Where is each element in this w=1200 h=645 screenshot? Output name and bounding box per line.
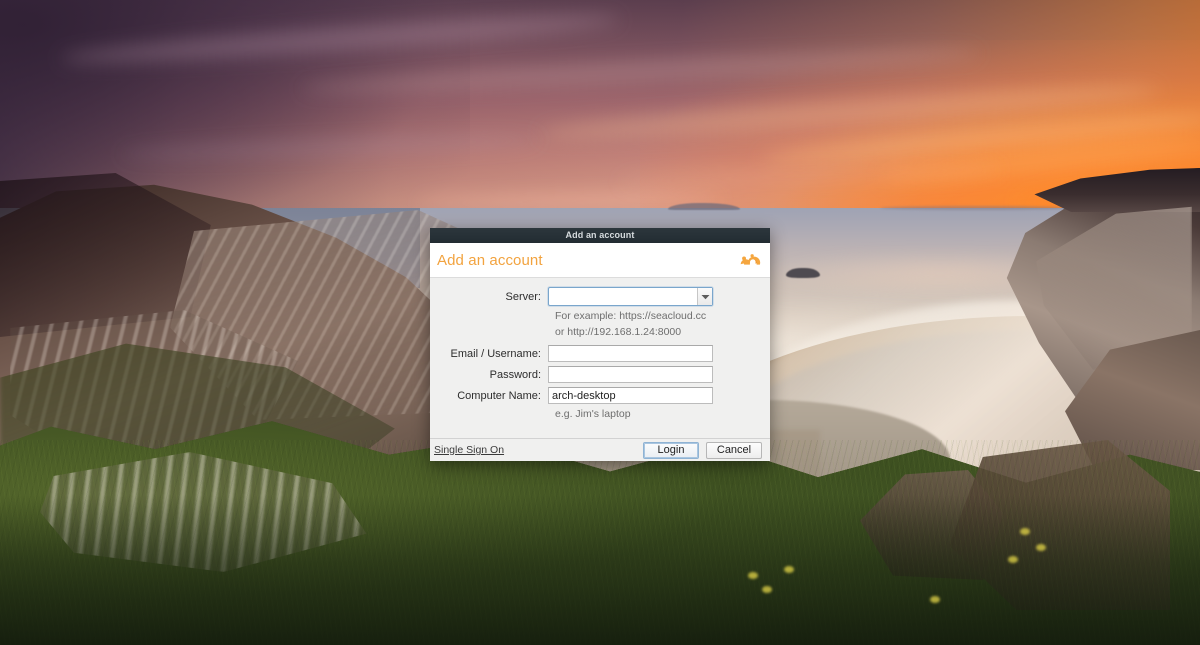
computer-name-hint: e.g. Jim's laptop: [555, 408, 631, 420]
chevron-down-icon[interactable]: [697, 288, 712, 305]
desktop-wallpaper: Add an account Add an account Server: Fo…: [0, 0, 1200, 645]
dialog-footer: Single Sign On Login Cancel: [430, 438, 770, 461]
distant-island: [668, 203, 740, 210]
server-row: Server:: [430, 287, 770, 306]
login-button[interactable]: Login: [643, 441, 699, 459]
seafile-logo-icon: [737, 251, 761, 269]
gorse-flower: [1008, 556, 1018, 563]
dialog-header: Add an account: [430, 243, 770, 278]
computer-name-label: Computer Name:: [457, 389, 541, 402]
password-input[interactable]: [548, 366, 713, 383]
gorse-flower: [1020, 528, 1030, 535]
add-account-dialog: Add an account Add an account Server: Fo…: [430, 228, 770, 461]
password-row: Password:: [430, 366, 770, 383]
server-combobox[interactable]: [548, 287, 713, 306]
email-row: Email / Username:: [430, 345, 770, 362]
sea-rock: [786, 268, 820, 278]
server-input[interactable]: [549, 288, 697, 305]
computer-name-row: Computer Name:: [430, 387, 770, 404]
server-hint-line-2: or http://192.168.1.24:8000: [555, 326, 682, 338]
gorse-flower: [1036, 544, 1046, 551]
dialog-heading: Add an account: [437, 251, 543, 269]
server-hint-line-1: For example: https://seacloud.cc: [555, 310, 707, 322]
dialog-button-group: Login Cancel: [643, 441, 762, 459]
gorse-flower: [784, 566, 794, 573]
cancel-button[interactable]: Cancel: [706, 441, 762, 459]
email-label: Email / Username:: [450, 347, 541, 360]
dialog-body: Server: For example: https://seacloud.cc…: [430, 278, 770, 438]
foreground-vignette: [0, 495, 1200, 645]
dialog-titlebar: Add an account: [430, 228, 770, 243]
computer-name-input[interactable]: [548, 387, 713, 404]
gorse-flower: [930, 596, 940, 603]
server-label: Server:: [505, 290, 541, 303]
email-input[interactable]: [548, 345, 713, 362]
gorse-flower: [748, 572, 758, 579]
password-label: Password:: [489, 368, 541, 381]
single-sign-on-link[interactable]: Single Sign On: [434, 444, 504, 456]
distant-coastline: [880, 206, 1070, 210]
gorse-flower: [762, 586, 772, 593]
